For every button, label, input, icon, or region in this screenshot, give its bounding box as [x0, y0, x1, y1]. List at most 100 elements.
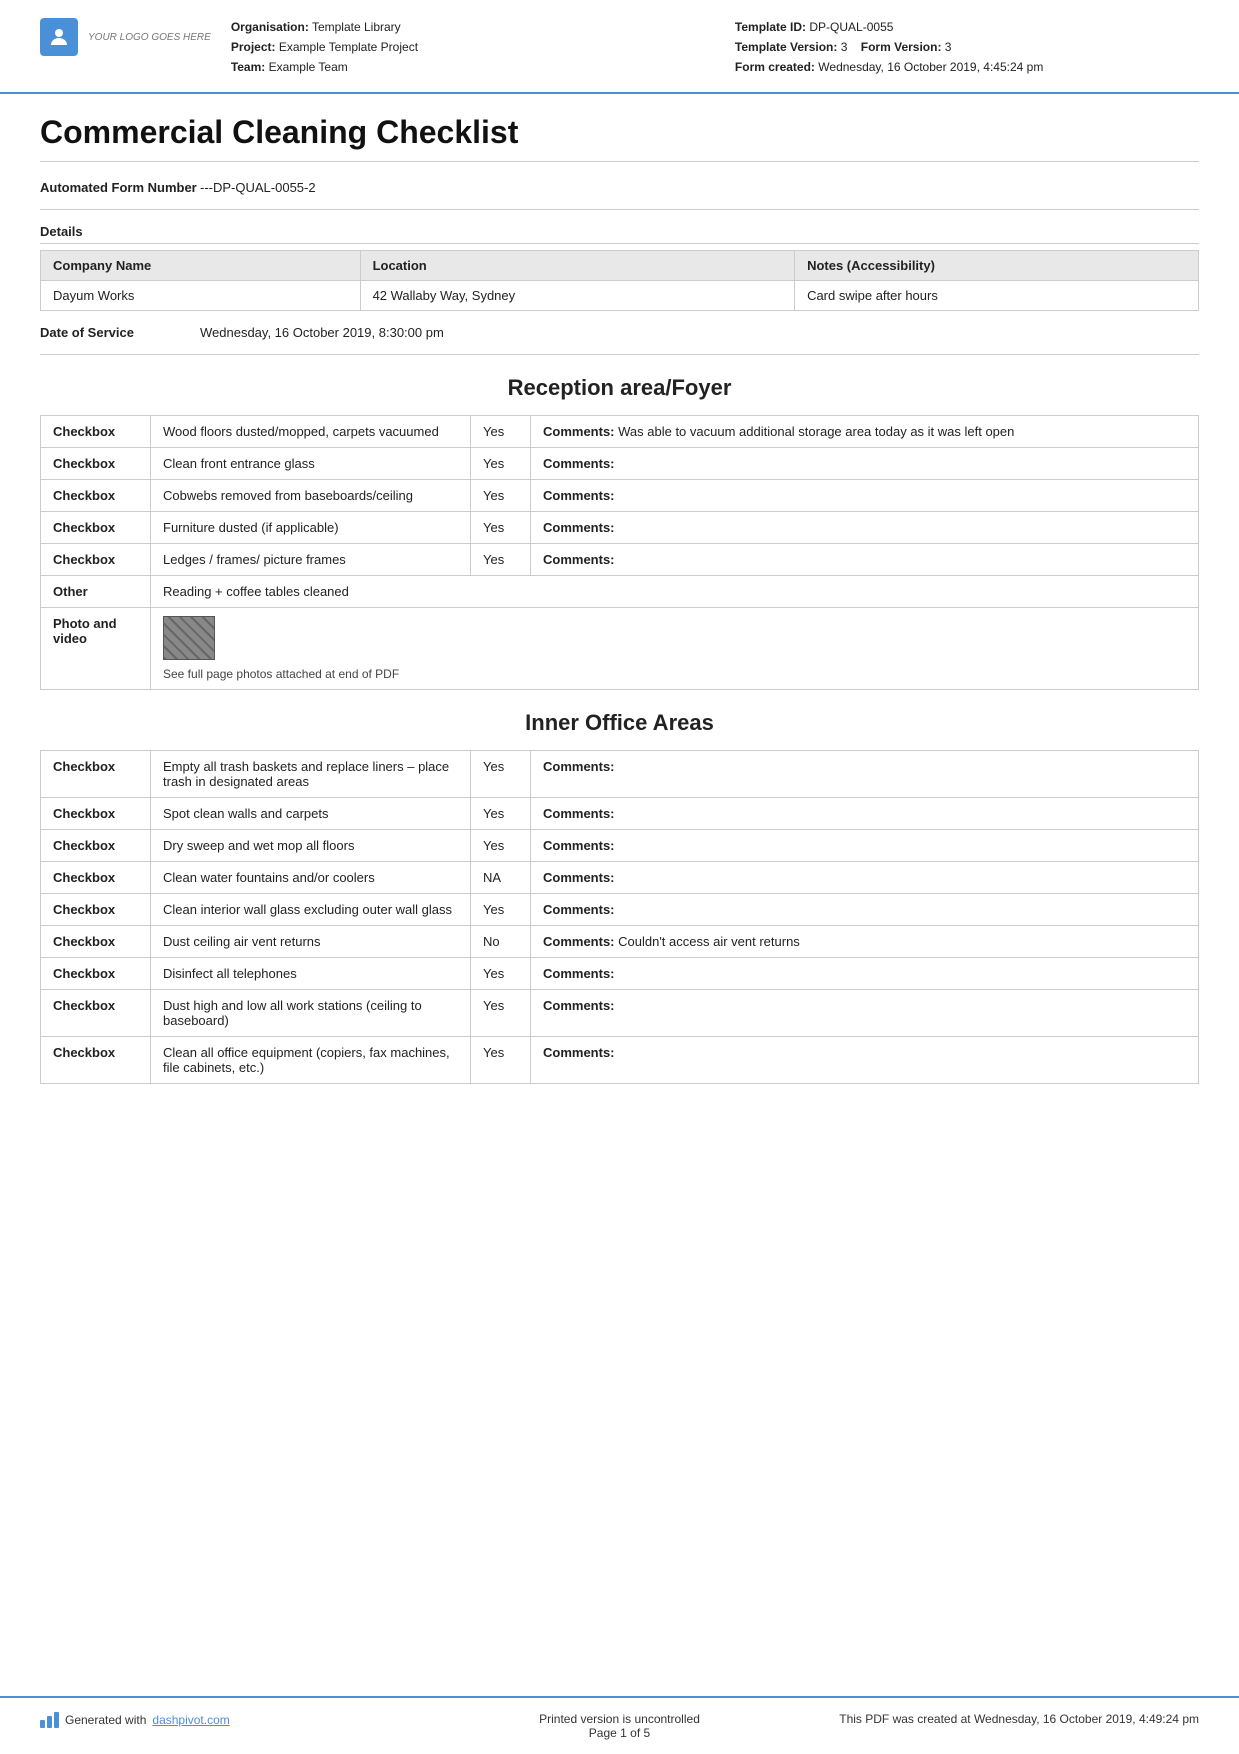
form-number-value: ---DP-QUAL-0055-2 [200, 180, 316, 195]
checklist-row: Checkbox Wood floors dusted/mopped, carp… [41, 416, 1199, 448]
team-value: Example Team [269, 60, 348, 74]
checklist-row: Checkbox Clean water fountains and/or co… [41, 862, 1199, 894]
team-row: Team: Example Team [231, 58, 695, 76]
row-value: Yes [471, 990, 531, 1037]
photo-caption: See full page photos attached at end of … [163, 667, 1186, 681]
row-type: Checkbox [41, 894, 151, 926]
date-service-label: Date of Service [40, 325, 200, 340]
checklist-row: Checkbox Clean interior wall glass exclu… [41, 894, 1199, 926]
other-row: Other Reading + coffee tables cleaned [41, 576, 1199, 608]
checklist-row: Checkbox Furniture dusted (if applicable… [41, 512, 1199, 544]
row-desc: Dry sweep and wet mop all floors [151, 830, 471, 862]
form-created-row: Form created: Wednesday, 16 October 2019… [735, 58, 1199, 76]
row-desc: Clean all office equipment (copiers, fax… [151, 1037, 471, 1084]
project-row: Project: Example Template Project [231, 38, 695, 56]
checklist-row: Checkbox Clean front entrance glass Yes … [41, 448, 1199, 480]
form-version-label: Form Version: [861, 40, 942, 54]
form-number-section: Automated Form Number ---DP-QUAL-0055-2 [40, 180, 1199, 210]
checklist-row: Checkbox Ledges / frames/ picture frames… [41, 544, 1199, 576]
section2-table: Checkbox Empty all trash baskets and rep… [40, 750, 1199, 1084]
row-type: Checkbox [41, 480, 151, 512]
version-row: Template Version: 3 Form Version: 3 [735, 38, 1199, 56]
section1-table: Checkbox Wood floors dusted/mopped, carp… [40, 415, 1199, 690]
logo-area: YOUR LOGO GOES HERE [40, 18, 211, 56]
org-label: Organisation: [231, 20, 309, 34]
row-value: Yes [471, 416, 531, 448]
org-value: Template Library [312, 20, 401, 34]
checklist-row: Checkbox Empty all trash baskets and rep… [41, 751, 1199, 798]
row-desc: Clean interior wall glass excluding oute… [151, 894, 471, 926]
template-id-value: DP-QUAL-0055 [809, 20, 893, 34]
row-value: Yes [471, 751, 531, 798]
section1-heading: Reception area/Foyer [40, 375, 1199, 401]
details-header: Details [40, 224, 1199, 244]
details-table: Company Name Location Notes (Accessibili… [40, 250, 1199, 311]
checklist-row: Checkbox Dust ceiling air vent returns N… [41, 926, 1199, 958]
generated-link[interactable]: dashpivot.com [152, 1713, 229, 1727]
footer-logo: Generated with dashpivot.com [40, 1712, 426, 1728]
row-comments: Comments: [531, 448, 1199, 480]
row-value: Yes [471, 448, 531, 480]
logo-text: YOUR LOGO GOES HERE [88, 31, 211, 44]
col-notes: Notes (Accessibility) [795, 251, 1199, 281]
footer-col-generated: Generated with dashpivot.com [40, 1712, 426, 1730]
template-version-label: Template Version: [735, 40, 837, 54]
form-created-value: Wednesday, 16 October 2019, 4:45:24 pm [818, 60, 1043, 74]
checklist-row: Checkbox Spot clean walls and carpets Ye… [41, 798, 1199, 830]
row-type: Checkbox [41, 512, 151, 544]
checklist-row: Checkbox Dust high and low all work stat… [41, 990, 1199, 1037]
row-value: Yes [471, 798, 531, 830]
row-comments: Comments: [531, 751, 1199, 798]
footer: Generated with dashpivot.com Printed ver… [0, 1696, 1239, 1754]
form-version-value: 3 [945, 40, 952, 54]
row-type: Checkbox [41, 798, 151, 830]
row-desc: Dust ceiling air vent returns [151, 926, 471, 958]
photo-row: Photo and video See full page photos att… [41, 608, 1199, 690]
section2-heading: Inner Office Areas [40, 710, 1199, 736]
row-desc: Clean water fountains and/or coolers [151, 862, 471, 894]
checklist-row: Checkbox Cobwebs removed from baseboards… [41, 480, 1199, 512]
row-desc: Empty all trash baskets and replace line… [151, 751, 471, 798]
row-value: Yes [471, 958, 531, 990]
row-type: Checkbox [41, 1037, 151, 1084]
header-meta: Organisation: Template Library Project: … [231, 18, 1199, 78]
pdf-note: This PDF was created at Wednesday, 16 Oc… [813, 1712, 1199, 1726]
row-desc: Wood floors dusted/mopped, carpets vacuu… [151, 416, 471, 448]
page-note: Page 1 of 5 [426, 1726, 812, 1740]
main-content: Commercial Cleaning Checklist Automated … [0, 94, 1239, 1696]
org-row: Organisation: Template Library [231, 18, 695, 36]
bar1 [40, 1720, 45, 1728]
project-value: Example Template Project [279, 40, 418, 54]
row-comments: Comments: Was able to vacuum additional … [531, 416, 1199, 448]
page-title: Commercial Cleaning Checklist [40, 114, 1199, 162]
row-desc: Clean front entrance glass [151, 448, 471, 480]
location-value: 42 Wallaby Way, Sydney [360, 281, 795, 311]
row-type: Checkbox [41, 830, 151, 862]
generated-label: Generated with [65, 1713, 146, 1727]
row-value: Yes [471, 544, 531, 576]
row-comments: Comments: [531, 862, 1199, 894]
row-desc: Ledges / frames/ picture frames [151, 544, 471, 576]
form-created-label: Form created: [735, 60, 815, 74]
notes-value: Card swipe after hours [795, 281, 1199, 311]
bar3 [54, 1712, 59, 1728]
row-type: Checkbox [41, 544, 151, 576]
row-comments: Comments: [531, 990, 1199, 1037]
print-note: Printed version is uncontrolled [426, 1712, 812, 1726]
logo-icon [40, 18, 78, 56]
col-company: Company Name [41, 251, 361, 281]
row-comments: Comments: [531, 544, 1199, 576]
other-type: Other [41, 576, 151, 608]
photo-thumbnail [163, 616, 215, 660]
footer-col-print: Printed version is uncontrolled Page 1 o… [426, 1712, 812, 1740]
row-comments: Comments: [531, 798, 1199, 830]
bar2 [47, 1716, 52, 1728]
row-comments: Comments: [531, 894, 1199, 926]
other-desc: Reading + coffee tables cleaned [151, 576, 1199, 608]
footer-logo-icon [40, 1712, 59, 1728]
row-type: Checkbox [41, 958, 151, 990]
row-desc: Furniture dusted (if applicable) [151, 512, 471, 544]
project-label: Project: [231, 40, 276, 54]
row-value: Yes [471, 894, 531, 926]
row-type: Checkbox [41, 862, 151, 894]
